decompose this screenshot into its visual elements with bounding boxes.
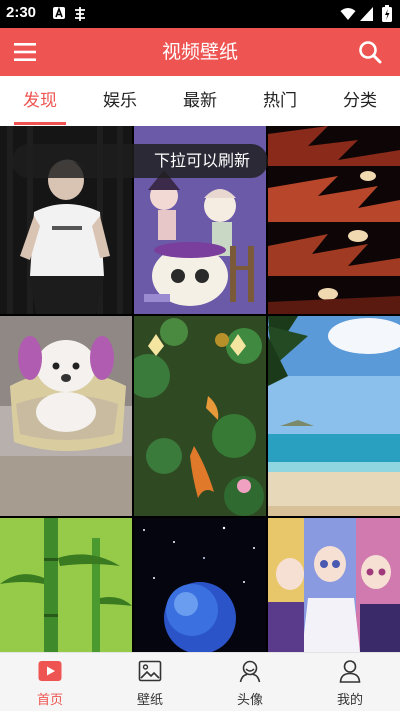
wallpaper-thumbnail-anime-girls[interactable]: [268, 518, 400, 652]
tab-discover[interactable]: 发现: [0, 76, 80, 126]
wallpaper-thumbnail-bamboo[interactable]: [0, 518, 132, 652]
image-icon: [138, 660, 162, 682]
tab-label: 娱乐: [103, 91, 137, 111]
app-bar: 视频壁纸: [0, 28, 400, 76]
tab-label: 发现: [23, 91, 57, 111]
category-tabs: 发现 娱乐 最新 热门 分类: [0, 76, 400, 126]
wallpaper-thumbnail-poodle[interactable]: [0, 316, 132, 516]
status-bar: 2:30: [0, 0, 400, 28]
tab-entertainment[interactable]: 娱乐: [80, 76, 160, 126]
app-title: 视频壁纸: [161, 41, 238, 63]
tab-latest[interactable]: 最新: [160, 76, 240, 126]
menu-icon: [14, 43, 36, 61]
avatar-icon: [239, 660, 261, 683]
menu-button[interactable]: [8, 34, 44, 70]
tab-popular[interactable]: 热门: [240, 76, 320, 126]
tab-label: 最新: [183, 91, 217, 111]
wallpaper-thumbnail-koi-pond[interactable]: [134, 316, 266, 516]
nav-home[interactable]: 首页: [0, 653, 100, 711]
user-icon: [339, 660, 361, 683]
tab-label: 分类: [343, 91, 377, 111]
battery-charging-icon: [382, 5, 392, 22]
wallpaper-grid: [0, 126, 400, 652]
nav-label: 壁纸: [136, 693, 163, 708]
tab-label: 热门: [263, 91, 297, 111]
bottom-navigation: 首页 壁纸 头像 我的: [0, 652, 400, 711]
notification-a-icon: [53, 6, 65, 19]
status-time: 2:30: [6, 4, 37, 21]
wallpaper-thumbnail-beach[interactable]: [268, 316, 400, 516]
search-button[interactable]: [352, 34, 388, 70]
wallpaper-thumbnail-planet[interactable]: [134, 518, 266, 652]
notification-app-icon: [75, 7, 85, 21]
search-icon: [359, 41, 382, 64]
wifi-icon: [340, 8, 356, 20]
tab-categories[interactable]: 分类: [320, 76, 400, 126]
nav-wallpaper[interactable]: 壁纸: [100, 653, 200, 711]
wallpaper-thumbnail-red-anime[interactable]: [268, 126, 400, 314]
nav-avatar[interactable]: 头像: [200, 653, 300, 711]
pull-to-refresh-hint: 下拉可以刷新: [12, 144, 268, 178]
active-tab-indicator: [14, 122, 66, 125]
play-icon: [38, 661, 62, 681]
nav-label: 我的: [336, 693, 363, 708]
nav-label: 头像: [236, 693, 263, 708]
signal-icon: [360, 7, 373, 21]
nav-label: 首页: [36, 693, 63, 708]
nav-mine[interactable]: 我的: [300, 653, 400, 711]
